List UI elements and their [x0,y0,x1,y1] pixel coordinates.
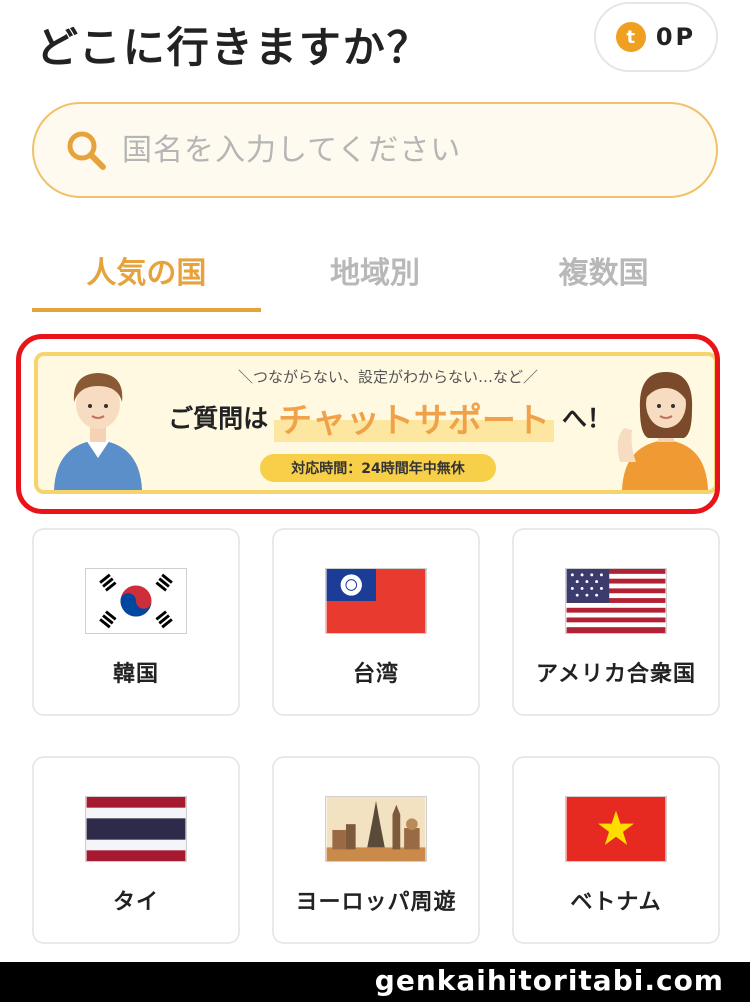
tab-multiple-countries[interactable]: 複数国 [489,228,718,312]
search-icon [67,131,106,170]
vietnam-flag-icon [565,796,667,862]
banner-hours-badge: 対応時間：24時間年中無休 [260,454,496,482]
tab-by-region[interactable]: 地域別 [261,228,490,312]
banner-suffix: へ！ [561,404,612,433]
usa-flag-icon [565,568,667,634]
country-name: ヨーロッパ周遊 [295,890,457,915]
banner-prefix: ご質問は [168,404,269,433]
country-card-taiwan[interactable]: 台湾 [272,528,480,716]
woman-illustration [617,372,708,490]
banner-subtext: ＼つながらない、設定がわからない…など／ [237,368,538,386]
country-card-thailand[interactable]: タイ [32,756,240,944]
watermark-bar: genkaihitoritabi.com [0,962,750,1002]
country-card-vietnam[interactable]: ベトナム [512,756,720,944]
taiwan-flag-icon [325,568,427,634]
header: どこに行きますか？ t 0P [0,0,750,90]
country-card-usa[interactable]: アメリカ合衆国 [512,528,720,716]
points-value: 0P [655,23,697,51]
country-name: ベトナム [570,890,662,915]
search-box[interactable] [32,102,718,198]
country-name: 韓国 [112,662,159,687]
tab-bar: 人気の国 地域別 複数国 [32,228,718,312]
south-korea-flag-icon [85,568,187,634]
banner-highlight: チャットサポート [274,392,554,442]
country-card-korea[interactable]: 韓国 [32,528,240,716]
chat-support-banner[interactable]: ＼つながらない、設定がわからない…など／ ご質問は チャットサポート へ！ 対応… [34,352,718,494]
country-card-europe[interactable]: ヨーロッパ周遊 [272,756,480,944]
europe-landmarks-icon [325,796,427,862]
points-coin-icon: t [615,22,646,52]
search-input[interactable] [122,132,682,168]
tab-popular-countries[interactable]: 人気の国 [32,228,261,312]
watermark-text: genkaihitoritabi.com [374,964,724,997]
page-title: どこに行きますか？ [36,23,431,72]
thailand-flag-icon [85,796,187,862]
country-name: タイ [112,890,159,915]
points-button[interactable]: t 0P [594,2,718,72]
banner-headline: ご質問は チャットサポート へ！ [130,392,650,442]
country-name: アメリカ合衆国 [536,662,696,687]
country-name: 台湾 [352,662,399,687]
